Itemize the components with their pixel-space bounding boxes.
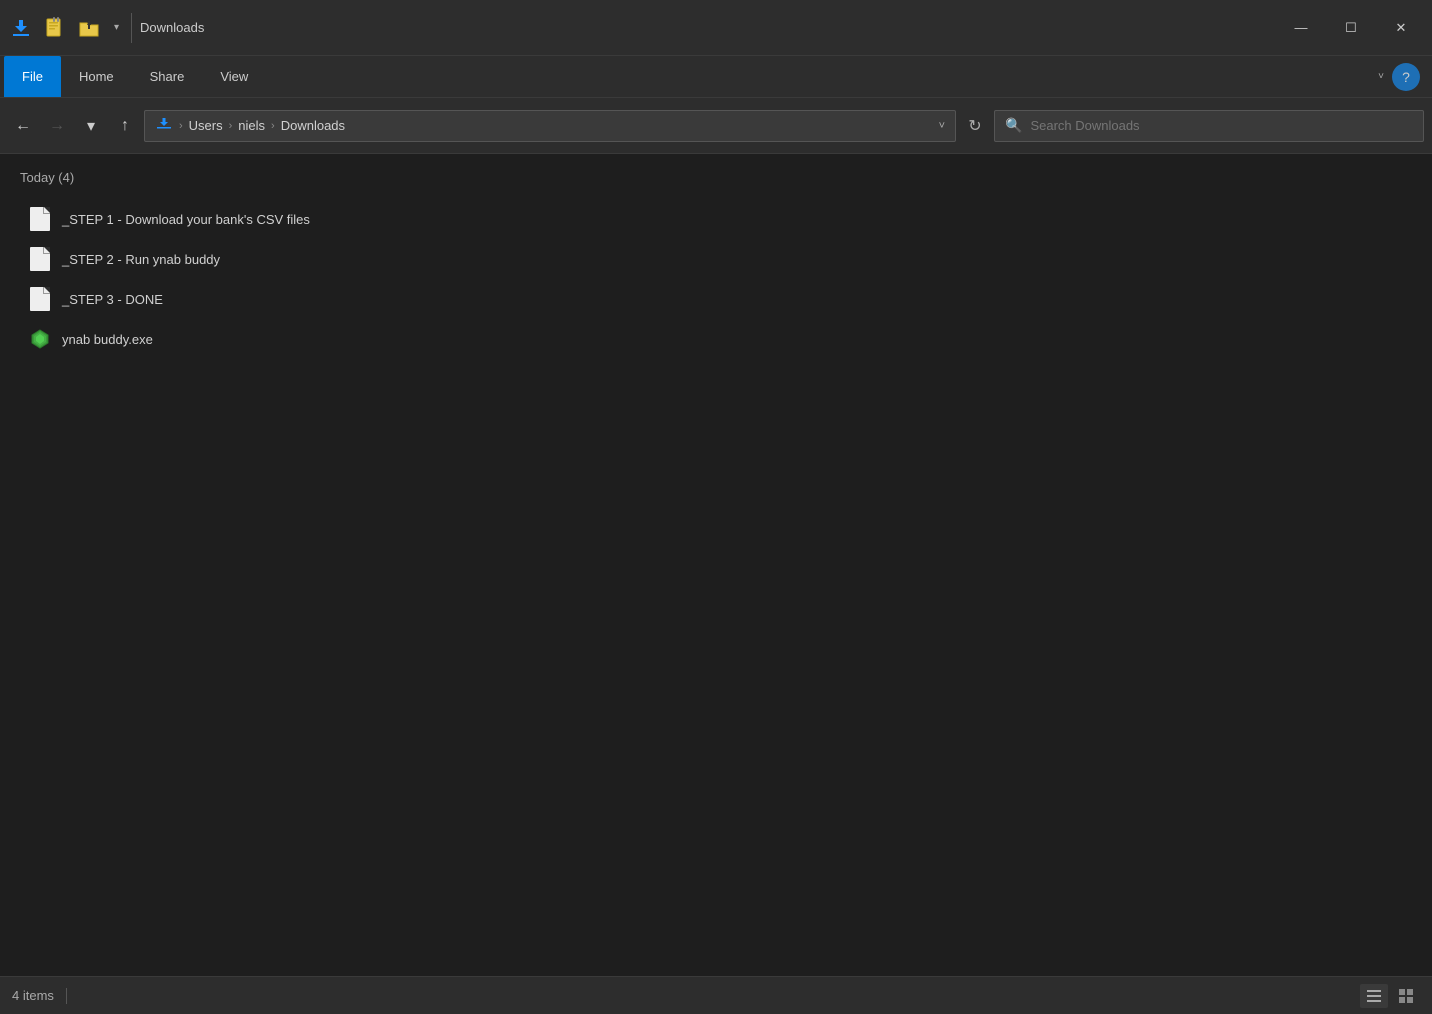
exe-file-icon bbox=[28, 325, 52, 353]
help-button[interactable]: ? bbox=[1392, 63, 1420, 91]
list-item[interactable]: ynab buddy.exe bbox=[20, 319, 1412, 359]
path-separator-2: › bbox=[229, 120, 233, 132]
file-list: _STEP 1 - Download your bank's CSV files… bbox=[20, 199, 1412, 359]
ribbon-spacer bbox=[266, 56, 1374, 97]
list-item[interactable]: _STEP 3 - DONE bbox=[20, 279, 1412, 319]
path-separator-1: › bbox=[179, 120, 183, 132]
quick-access-chevron[interactable]: ▾ bbox=[110, 18, 123, 37]
ribbon-right-controls: ˅ ? bbox=[1374, 56, 1428, 97]
minimize-button[interactable]: — bbox=[1278, 12, 1324, 44]
address-bar: ← → ▾ ↑ › Users › niels › Downloads ˅ ↻ … bbox=[0, 98, 1432, 154]
view-buttons bbox=[1360, 984, 1420, 1008]
status-bar: 4 items bbox=[0, 976, 1432, 1014]
ribbon-collapse-chevron[interactable]: ˅ bbox=[1374, 67, 1388, 86]
tab-view[interactable]: View bbox=[202, 56, 266, 97]
list-item[interactable]: _STEP 2 - Run ynab buddy bbox=[20, 239, 1412, 279]
main-content: Today (4) _STEP 1 - Download your bank's… bbox=[0, 154, 1432, 976]
doc-file-icon-3 bbox=[28, 285, 52, 313]
maximize-button[interactable]: ☐ bbox=[1328, 12, 1374, 44]
back-button[interactable]: ← bbox=[8, 111, 38, 141]
forward-button[interactable]: → bbox=[42, 111, 72, 141]
status-divider bbox=[66, 988, 67, 1004]
search-box[interactable]: 🔍 bbox=[994, 110, 1424, 142]
path-downloads[interactable]: Downloads bbox=[281, 118, 345, 133]
path-separator-3: › bbox=[271, 120, 275, 132]
details-view-button[interactable] bbox=[1360, 984, 1388, 1008]
refresh-button[interactable]: ↻ bbox=[960, 111, 990, 141]
search-input[interactable] bbox=[1030, 118, 1413, 133]
pin-folder-icon[interactable] bbox=[76, 15, 102, 41]
tab-home[interactable]: Home bbox=[61, 56, 132, 97]
item-count: 4 items bbox=[12, 988, 54, 1003]
search-icon: 🔍 bbox=[1005, 117, 1022, 134]
tab-share[interactable]: Share bbox=[132, 56, 203, 97]
large-icons-view-button[interactable] bbox=[1392, 984, 1420, 1008]
title-bar: ▾ Downloads — ☐ ✕ bbox=[0, 0, 1432, 56]
window-title: Downloads bbox=[140, 20, 1278, 35]
close-button[interactable]: ✕ bbox=[1378, 12, 1424, 44]
notepad-icon[interactable] bbox=[42, 15, 68, 41]
group-header: Today (4) bbox=[20, 170, 1412, 189]
path-niels[interactable]: niels bbox=[238, 118, 265, 133]
file-name-3: _STEP 3 - DONE bbox=[62, 292, 163, 307]
file-name-2: _STEP 2 - Run ynab buddy bbox=[62, 252, 220, 267]
doc-file-icon-1 bbox=[28, 205, 52, 233]
download-arrow-icon[interactable] bbox=[8, 15, 34, 41]
tab-file[interactable]: File bbox=[4, 56, 61, 97]
title-separator bbox=[131, 13, 132, 43]
path-dropdown-chevron[interactable]: ˅ bbox=[939, 120, 945, 132]
dropdown-history-button[interactable]: ▾ bbox=[76, 111, 106, 141]
up-button[interactable]: ↑ bbox=[110, 111, 140, 141]
path-users[interactable]: Users bbox=[189, 118, 223, 133]
ribbon-menu: File Home Share View ˅ ? bbox=[0, 56, 1432, 98]
path-dl-icon bbox=[155, 114, 173, 137]
list-item[interactable]: _STEP 1 - Download your bank's CSV files bbox=[20, 199, 1412, 239]
address-path[interactable]: › Users › niels › Downloads ˅ bbox=[144, 110, 956, 142]
title-bar-quick-access: ▾ bbox=[8, 15, 123, 41]
file-name-1: _STEP 1 - Download your bank's CSV files bbox=[62, 212, 310, 227]
doc-file-icon-2 bbox=[28, 245, 52, 273]
window-controls: — ☐ ✕ bbox=[1278, 12, 1424, 44]
file-name-4: ynab buddy.exe bbox=[62, 332, 153, 347]
